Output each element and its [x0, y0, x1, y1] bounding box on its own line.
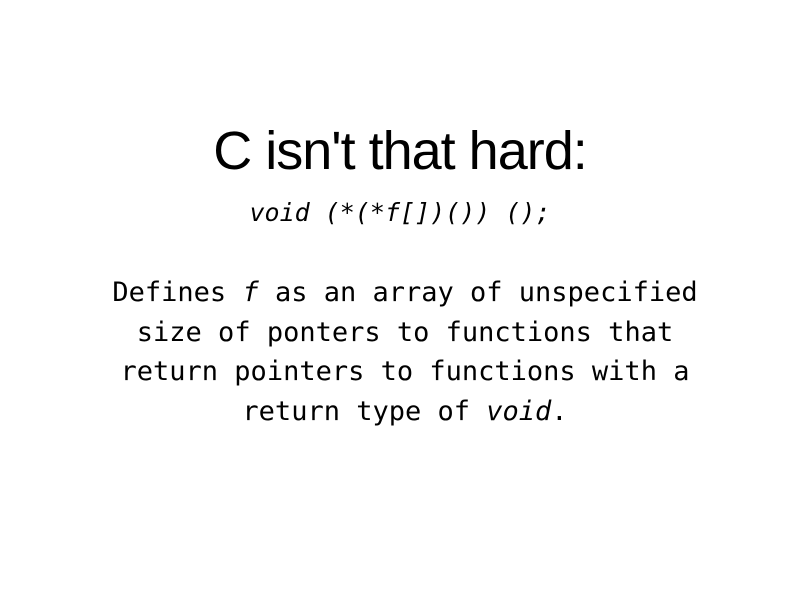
identifier-void: void [486, 395, 552, 427]
identifier-f: f [242, 277, 259, 308]
slide: C isn't that hard: void (*(*f[])()) (); … [0, 0, 800, 600]
description-text: Defines [112, 277, 243, 308]
description-period: . [551, 395, 568, 427]
slide-description: Defines f as an array of unspecified siz… [100, 273, 710, 431]
code-declaration: void (*(*f[])()) (); [249, 198, 551, 227]
slide-title: C isn't that hard: [213, 121, 588, 181]
